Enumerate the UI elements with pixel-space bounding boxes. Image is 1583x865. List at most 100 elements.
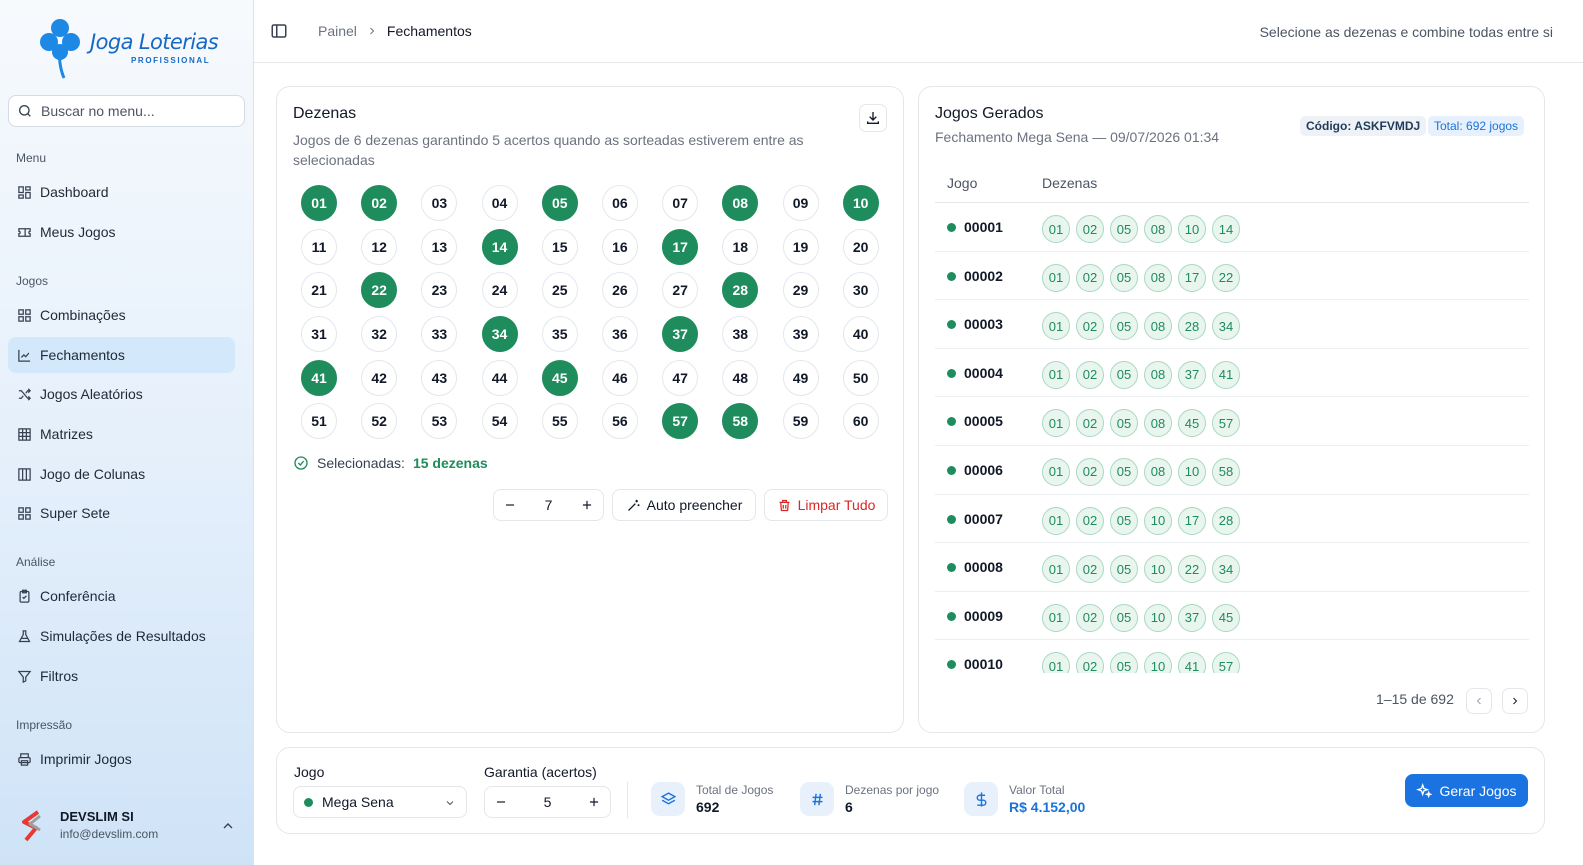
- sidebar-item-imprimir-jogos[interactable]: Imprimir Jogos: [8, 741, 235, 777]
- number-ball-36[interactable]: 36: [601, 316, 638, 353]
- number-ball-22[interactable]: 22: [361, 272, 398, 309]
- number-ball-32[interactable]: 32: [361, 316, 398, 353]
- games-table-body[interactable]: 00001 01 02 05 08 10 14 00002 01 02 05 08 17 22 00003 0…: [935, 203, 1529, 673]
- number-ball-37[interactable]: 37: [662, 316, 699, 353]
- number-ball-59[interactable]: 59: [782, 403, 819, 440]
- number-ball-08[interactable]: 08: [722, 185, 759, 221]
- number-ball-54[interactable]: 54: [481, 403, 518, 440]
- number-ball-14[interactable]: 14: [481, 228, 518, 265]
- table-row[interactable]: 00003 01 02 05 08 28 34: [935, 300, 1529, 349]
- number-ball-58[interactable]: 58: [722, 403, 759, 440]
- table-row[interactable]: 00010 01 02 05 10 41 57: [935, 640, 1529, 673]
- number-ball-04[interactable]: 04: [481, 185, 518, 221]
- sidebar-item-meus-jogos[interactable]: Meus Jogos: [8, 214, 235, 250]
- sidebar-item-jogo-de-colunas[interactable]: Jogo de Colunas: [8, 456, 235, 492]
- number-ball-01[interactable]: 01: [301, 185, 337, 221]
- number-ball-33[interactable]: 33: [421, 316, 458, 353]
- garantia-value[interactable]: 5: [517, 794, 578, 810]
- number-ball-38[interactable]: 38: [722, 316, 759, 353]
- chevron-up-icon[interactable]: [220, 818, 236, 834]
- number-ball-47[interactable]: 47: [662, 359, 699, 396]
- menu-search-input[interactable]: [41, 103, 231, 119]
- number-ball-50[interactable]: 50: [842, 359, 879, 396]
- number-ball-57[interactable]: 57: [662, 403, 699, 440]
- number-ball-23[interactable]: 23: [421, 272, 458, 309]
- number-ball-21[interactable]: 21: [301, 272, 337, 309]
- auto-fill-button[interactable]: Auto preencher: [612, 489, 756, 521]
- number-ball-05[interactable]: 05: [541, 185, 578, 221]
- number-ball-42[interactable]: 42: [361, 359, 398, 396]
- auto-fill-count[interactable]: 7: [526, 497, 571, 513]
- number-ball-40[interactable]: 40: [842, 316, 879, 353]
- prev-page-button[interactable]: [1466, 688, 1492, 714]
- sidebar-item-jogos-aleatorios[interactable]: Jogos Aleatórios: [8, 376, 235, 412]
- number-ball-10[interactable]: 10: [842, 185, 879, 221]
- table-row[interactable]: 00007 01 02 05 10 17 28: [935, 495, 1529, 544]
- sidebar-item-matrizes[interactable]: Matrizes: [8, 416, 235, 452]
- number-ball-19[interactable]: 19: [782, 228, 819, 265]
- sidebar-item-dashboard[interactable]: Dashboard: [8, 174, 235, 210]
- number-ball-20[interactable]: 20: [842, 228, 879, 265]
- number-ball-56[interactable]: 56: [601, 403, 638, 440]
- number-ball-06[interactable]: 06: [601, 185, 638, 221]
- number-ball-18[interactable]: 18: [722, 228, 759, 265]
- number-ball-29[interactable]: 29: [782, 272, 819, 309]
- table-row[interactable]: 00001 01 02 05 08 10 14: [935, 203, 1529, 252]
- brand-logo[interactable]: Joga Loterias PROFISSIONAL: [38, 16, 228, 80]
- number-ball-39[interactable]: 39: [782, 316, 819, 353]
- clear-all-button[interactable]: Limpar Tudo: [764, 489, 888, 521]
- number-ball-12[interactable]: 12: [361, 228, 398, 265]
- number-ball-35[interactable]: 35: [541, 316, 578, 353]
- number-ball-52[interactable]: 52: [361, 403, 398, 440]
- table-row[interactable]: 00005 01 02 05 08 45 57: [935, 397, 1529, 446]
- number-ball-02[interactable]: 02: [361, 185, 398, 221]
- number-ball-15[interactable]: 15: [541, 228, 578, 265]
- number-ball-45[interactable]: 45: [541, 359, 578, 396]
- number-ball-03[interactable]: 03: [421, 185, 458, 221]
- number-ball-46[interactable]: 46: [601, 359, 638, 396]
- sidebar-item-combinacoes[interactable]: Combinações: [8, 297, 235, 333]
- number-ball-51[interactable]: 51: [301, 403, 337, 440]
- number-ball-09[interactable]: 09: [782, 185, 819, 221]
- number-ball-25[interactable]: 25: [541, 272, 578, 309]
- table-row[interactable]: 00002 01 02 05 08 17 22: [935, 252, 1529, 301]
- sidebar-toggle-icon[interactable]: [270, 22, 288, 40]
- sidebar-item-super-sete[interactable]: Super Sete: [8, 495, 235, 531]
- number-ball-31[interactable]: 31: [301, 316, 337, 353]
- user-menu[interactable]: DEVSLIM SI info@devslim.com: [16, 806, 246, 850]
- number-ball-26[interactable]: 26: [601, 272, 638, 309]
- sidebar-item-simulacoes[interactable]: Simulações de Resultados: [8, 618, 235, 654]
- number-ball-13[interactable]: 13: [421, 228, 458, 265]
- number-ball-55[interactable]: 55: [541, 403, 578, 440]
- sidebar-item-conferencia[interactable]: Conferência: [8, 578, 235, 614]
- number-ball-07[interactable]: 07: [662, 185, 699, 221]
- number-ball-30[interactable]: 30: [842, 272, 879, 309]
- number-ball-53[interactable]: 53: [421, 403, 458, 440]
- number-ball-27[interactable]: 27: [662, 272, 699, 309]
- lottery-select[interactable]: Mega Sena: [293, 786, 467, 818]
- table-row[interactable]: 00009 01 02 05 10 37 45: [935, 592, 1529, 641]
- table-row[interactable]: 00004 01 02 05 08 37 41: [935, 349, 1529, 398]
- number-ball-24[interactable]: 24: [481, 272, 518, 309]
- download-button[interactable]: [859, 104, 887, 132]
- sidebar-item-filtros[interactable]: Filtros: [8, 658, 235, 694]
- table-row[interactable]: 00006 01 02 05 08 10 58: [935, 446, 1529, 495]
- generate-games-button[interactable]: Gerar Jogos: [1405, 774, 1528, 807]
- garantia-decrement-button[interactable]: [485, 787, 517, 817]
- garantia-increment-button[interactable]: [578, 787, 610, 817]
- number-ball-34[interactable]: 34: [481, 316, 518, 353]
- number-ball-49[interactable]: 49: [782, 359, 819, 396]
- number-ball-60[interactable]: 60: [842, 403, 879, 440]
- sidebar-item-fechamentos[interactable]: Fechamentos: [8, 337, 235, 373]
- next-page-button[interactable]: [1502, 688, 1528, 714]
- number-ball-44[interactable]: 44: [481, 359, 518, 396]
- number-ball-28[interactable]: 28: [722, 272, 759, 309]
- number-ball-11[interactable]: 11: [301, 228, 337, 265]
- decrement-button[interactable]: [494, 490, 526, 520]
- number-ball-17[interactable]: 17: [662, 228, 699, 265]
- number-ball-41[interactable]: 41: [301, 359, 337, 396]
- number-ball-16[interactable]: 16: [601, 228, 638, 265]
- number-ball-48[interactable]: 48: [722, 359, 759, 396]
- increment-button[interactable]: [571, 490, 603, 520]
- table-row[interactable]: 00008 01 02 05 10 22 34: [935, 543, 1529, 592]
